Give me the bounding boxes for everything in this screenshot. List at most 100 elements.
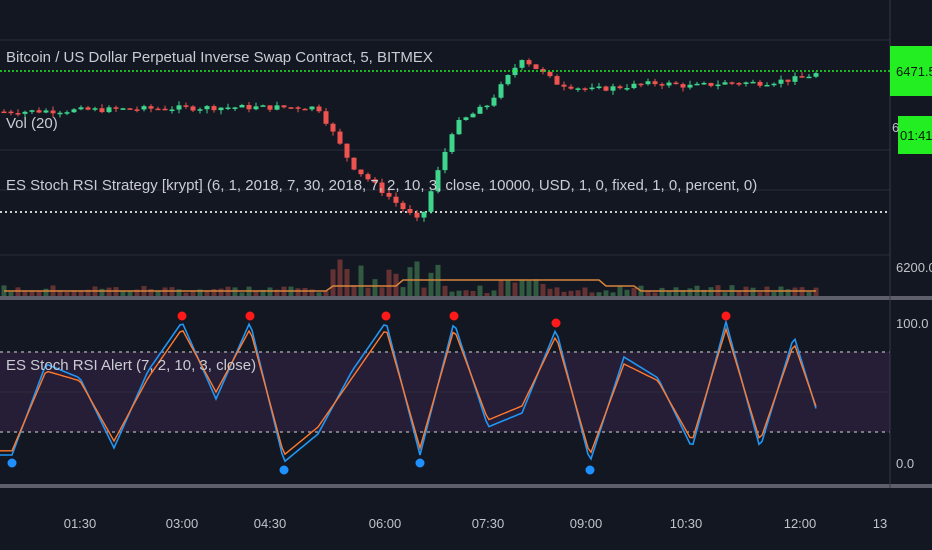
time-tick: 06:00 [369,516,402,531]
volume-bar [477,285,483,296]
candle-body [743,82,749,84]
candle-body [113,107,119,109]
volume-bar [645,291,651,296]
candle-body [533,64,539,70]
sell-signal-dot [245,311,255,321]
candle-body [554,76,560,85]
candle-body [428,191,434,212]
volume-bar [652,292,658,296]
volume-bar [379,287,385,296]
volume-bar [386,269,392,296]
volume-bar [596,292,602,296]
candle-body [421,211,427,218]
volume-bar [771,292,777,296]
volume-bar [757,292,763,296]
candle-body [169,109,175,112]
volume-bar [750,287,756,296]
volume-bar [43,288,49,296]
vol-label[interactable]: Vol (20) [6,115,58,132]
volume-bar [414,261,420,296]
current-price-value: 6471.5 [896,64,932,79]
candle-body [92,108,98,110]
candle-body [295,107,301,109]
volume-bar [610,292,616,296]
price-tick-6200: 6200.0 [896,260,932,275]
candle-body [764,84,770,87]
volume-bar [337,259,343,296]
candle-body [589,87,595,90]
volume-bar [617,286,623,296]
sell-signal-dot [551,318,561,328]
time-tick: 03:00 [166,516,199,531]
candle-body [491,97,497,106]
candle-body [288,107,294,109]
candle-body [799,76,805,78]
candle-body [750,81,756,84]
candle-body [57,112,63,115]
buy-signal-dot [7,458,17,468]
sell-signal-dot [721,311,731,321]
candle-body [141,106,147,110]
partial-price-tick: 6 [892,120,899,135]
volume-bar [400,287,406,296]
volume-bar [218,288,224,296]
candle-body [400,202,406,210]
candle-body [337,131,343,144]
volume-bar [463,290,469,296]
candle-body [729,82,735,84]
time-tick: 10:30 [670,516,703,531]
candle-body [645,81,651,85]
candle-body [1,111,7,114]
volume-bar [491,290,497,296]
candle-body [414,212,420,218]
candle-body [659,84,665,86]
volume-bar [358,265,364,296]
volume-bar [64,291,70,296]
buy-signal-dot [415,458,425,468]
candle-body [708,82,714,86]
symbol-title[interactable]: Bitcoin / US Dollar Perpetual Inverse Sw… [6,49,433,66]
candle-body [162,108,168,111]
volume-bar [253,291,259,296]
volume-bar [547,288,553,296]
candle-body [722,82,728,85]
candle-body [211,106,217,111]
volume-bar [561,291,567,296]
candle-body [197,109,203,111]
chart-background [0,0,932,550]
countdown-value: 01:41 [900,128,932,143]
volume-bar [533,279,539,296]
candle-body [106,107,112,113]
candle-body [463,117,469,120]
volume-bar [575,290,581,296]
candle-body [71,109,77,113]
volume-bar [372,279,378,296]
candle-body [232,107,238,109]
candle-body [29,110,35,112]
candle-body [624,88,630,90]
volume-bar [239,292,245,296]
volume-bar [295,288,301,296]
volume-bar [22,291,28,296]
strategy-label[interactable]: ES Stoch RSI Strategy [krypt] (6, 1, 201… [6,177,757,194]
volume-bar [428,272,434,296]
time-tick: 09:00 [570,516,603,531]
volume-bar [155,291,161,296]
trading-chart[interactable]: Bitcoin / US Dollar Perpetual Inverse Sw… [0,0,932,550]
time-tick: 04:30 [254,516,287,531]
candle-body [246,104,252,110]
candle-body [673,82,679,85]
candle-body [526,60,532,65]
sell-signal-dot [449,311,459,321]
candle-body [99,108,105,113]
candle-body [442,151,448,171]
candle-body [505,75,511,85]
candle-body [652,81,658,85]
volume-bar [785,289,791,296]
sell-signal-dot [177,311,187,321]
candle-body [78,107,84,110]
alert-label[interactable]: ES Stoch RSI Alert (7, 2, 10, 3, close) [6,357,256,374]
candle-body [183,105,189,107]
volume-bar [8,291,14,296]
volume-bar [330,269,336,296]
